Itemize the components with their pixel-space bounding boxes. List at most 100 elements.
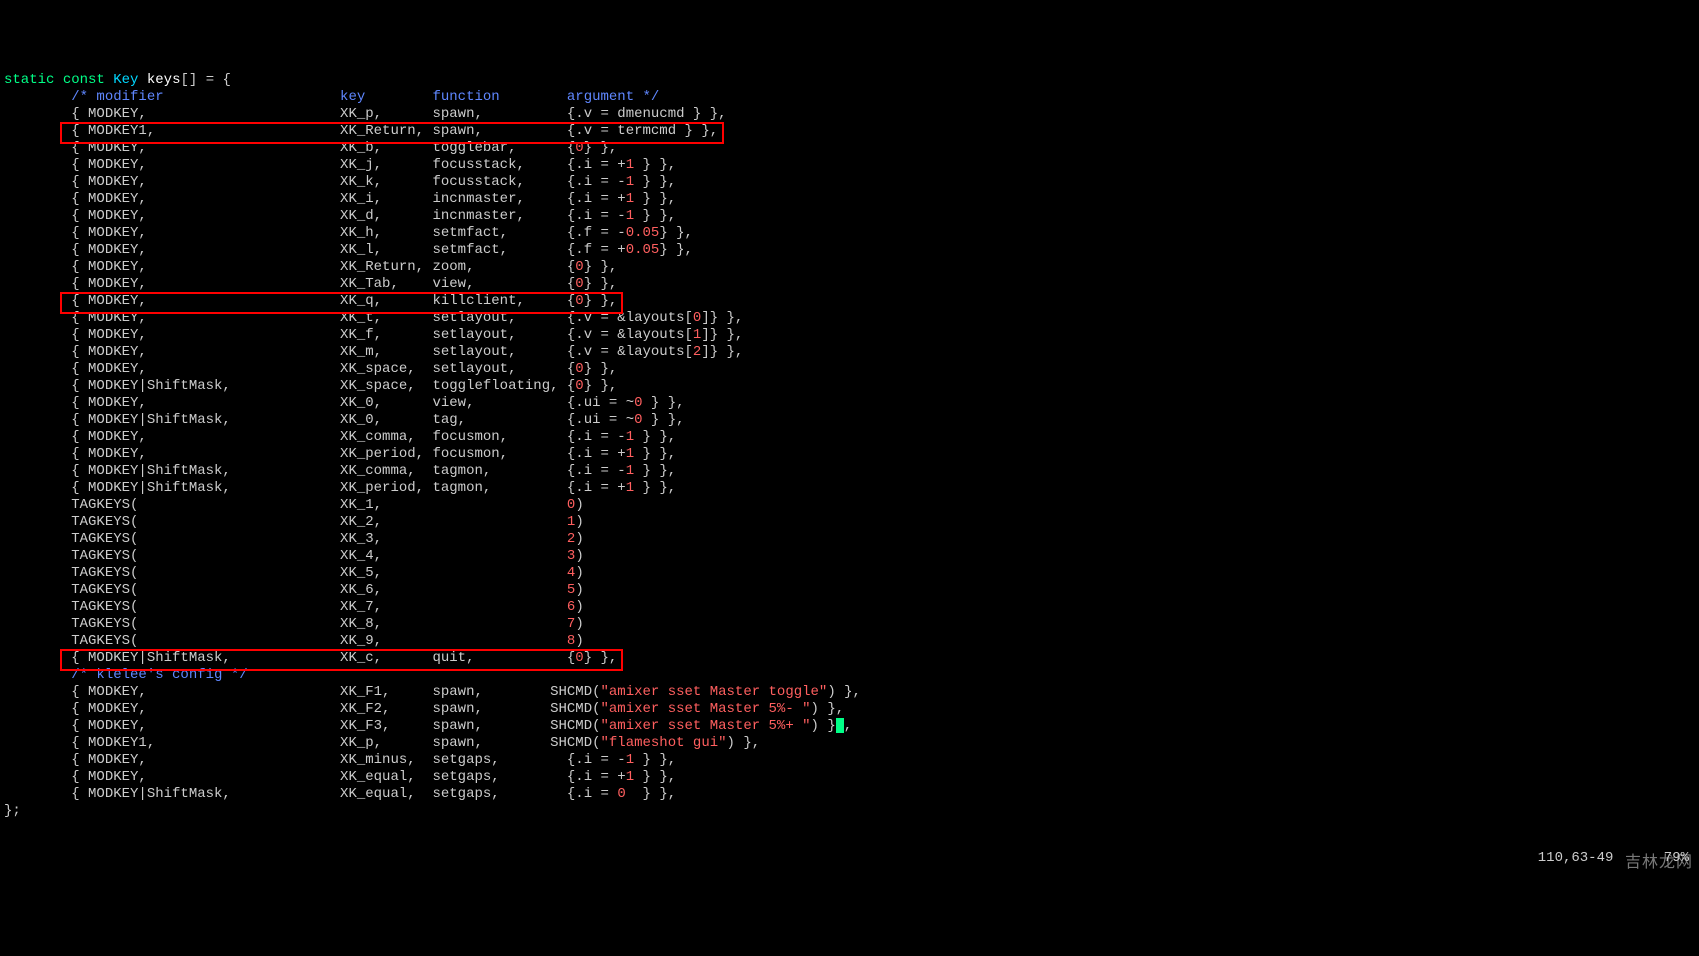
code-text: { MODKEY, XK_k, focusstack, {.i = - xyxy=(4,174,626,190)
keyword-const: const xyxy=(63,72,105,88)
code-text: } }, xyxy=(634,446,676,462)
code-text: { MODKEY|ShiftMask, XK_0, tag, {.ui = ~ xyxy=(4,412,634,428)
code-view: static const Key keys[] = { /* modifier … xyxy=(4,72,1695,820)
code-text: TAGKEYS( XK_8, xyxy=(4,616,567,632)
code-text: { MODKEY|ShiftMask, XK_equal, setgaps, {… xyxy=(4,786,617,802)
code-text: TAGKEYS( XK_5, xyxy=(4,565,567,581)
code-text: } }, xyxy=(634,174,676,190)
code-text: { MODKEY, XK_p, spawn, {.v = dmenucmd } … xyxy=(4,106,727,122)
code-text: } }, xyxy=(634,157,676,173)
code-text: { MODKEY, XK_Return, zoom, { xyxy=(4,259,575,275)
code-text: { MODKEY1, XK_Return, spawn, {.v = termc… xyxy=(4,123,718,139)
number-literal: 0.05 xyxy=(626,242,660,258)
number-literal: 1 xyxy=(626,480,634,496)
number-literal: 1 xyxy=(626,446,634,462)
code-text: { MODKEY|ShiftMask, XK_c, quit, { xyxy=(4,650,575,666)
string-literal: "flameshot gui" xyxy=(601,735,727,751)
code-text: ) } xyxy=(811,718,836,734)
code-text: ) }, xyxy=(827,684,861,700)
code-text: , xyxy=(844,718,852,734)
code-text: } }, xyxy=(634,191,676,207)
code-text: } }, xyxy=(634,769,676,785)
code-text: { MODKEY, XK_m, setlayout, {.v = &layout… xyxy=(4,344,693,360)
string-literal: "amixer sset Master 5%+ " xyxy=(601,718,811,734)
code-text: } }, xyxy=(634,429,676,445)
code-text: ) xyxy=(575,531,583,547)
number-literal: 1 xyxy=(626,191,634,207)
code-text: { MODKEY, XK_l, setmfact, {.f = + xyxy=(4,242,626,258)
type-name: Key xyxy=(113,72,138,88)
code-text: ) }, xyxy=(727,735,761,751)
watermark-text: 吉林龙网 xyxy=(1625,854,1693,871)
code-text: } }, xyxy=(584,361,618,377)
code-text: } }, xyxy=(659,242,693,258)
code-text: ) xyxy=(575,582,583,598)
number-literal: 1 xyxy=(626,463,634,479)
code-text: { MODKEY, XK_comma, focusmon, {.i = - xyxy=(4,429,626,445)
code-text: ) xyxy=(575,514,583,530)
code-text: { MODKEY, XK_j, focusstack, {.i = + xyxy=(4,157,626,173)
code-text: { MODKEY, XK_q, killclient, { xyxy=(4,293,575,309)
highlighted-row: { MODKEY1, XK_Return, spawn, {.v = termc… xyxy=(4,123,718,140)
code-text: } }, xyxy=(634,480,676,496)
code-text: } }, xyxy=(634,463,676,479)
code-text: ) xyxy=(575,497,583,513)
number-literal: 0 xyxy=(617,786,625,802)
code-text: } }, xyxy=(584,276,618,292)
code-text: ) xyxy=(575,548,583,564)
code-text: TAGKEYS( XK_9, xyxy=(4,633,567,649)
code-text: } }, xyxy=(584,378,618,394)
number-literal: 0 xyxy=(575,276,583,292)
code-text: TAGKEYS( XK_4, xyxy=(4,548,567,564)
code-text: { MODKEY, XK_F3, spawn, SHCMD( xyxy=(4,718,601,734)
code-text: } }, xyxy=(643,395,685,411)
column-header-comment: /* modifier key function argument */ xyxy=(4,89,659,105)
number-literal: 0.05 xyxy=(626,225,660,241)
closing-brace: }; xyxy=(4,803,21,819)
number-literal: 1 xyxy=(626,157,634,173)
code-text: ]} }, xyxy=(701,344,743,360)
number-literal: 0 xyxy=(575,293,583,309)
string-literal: "amixer sset Master toggle" xyxy=(601,684,828,700)
number-literal: 0 xyxy=(634,395,642,411)
code-text: { MODKEY, XK_F2, spawn, SHCMD( xyxy=(4,701,601,717)
number-literal: 1 xyxy=(626,174,634,190)
code-text: { MODKEY1, XK_p, spawn, SHCMD( xyxy=(4,735,601,751)
number-literal: 0 xyxy=(575,378,583,394)
code-text: { MODKEY, XK_Tab, view, { xyxy=(4,276,575,292)
var-name: keys xyxy=(147,72,181,88)
code-text: } }, xyxy=(634,752,676,768)
comment-line: /* klelee's config */ xyxy=(4,667,248,683)
code-text: ) }, xyxy=(811,701,845,717)
code-text: } }, xyxy=(634,208,676,224)
number-literal: 1 xyxy=(626,208,634,224)
code-text: TAGKEYS( XK_7, xyxy=(4,599,567,615)
code-text: } }, xyxy=(643,412,685,428)
code-text: } }, xyxy=(584,293,618,309)
code-text: { MODKEY, XK_period, focusmon, {.i = + xyxy=(4,446,626,462)
code-text: { MODKEY, XK_t, setlayout, {.v = &layout… xyxy=(4,310,693,326)
number-literal: 0 xyxy=(575,259,583,275)
code-text: ) xyxy=(575,633,583,649)
text-cursor xyxy=(836,718,844,733)
code-text: { MODKEY, XK_f, setlayout, {.v = &layout… xyxy=(4,327,693,343)
code-text: { MODKEY, XK_minus, setgaps, {.i = - xyxy=(4,752,626,768)
highlighted-row: { MODKEY, XK_q, killclient, {0} }, xyxy=(4,293,617,310)
string-literal: "amixer sset Master 5%- " xyxy=(601,701,811,717)
code-text: ]} }, xyxy=(701,310,743,326)
code-text: { MODKEY, XK_F1, spawn, SHCMD( xyxy=(4,684,601,700)
code-text: { MODKEY, XK_0, view, {.ui = ~ xyxy=(4,395,634,411)
code-text: { MODKEY, XK_h, setmfact, {.f = - xyxy=(4,225,626,241)
number-literal: 0 xyxy=(575,361,583,377)
code-text: } }, xyxy=(584,650,618,666)
code-text: { MODKEY, XK_space, setlayout, { xyxy=(4,361,575,377)
keyword-static: static xyxy=(4,72,54,88)
code-text: { MODKEY, XK_b, togglebar, { xyxy=(4,140,575,156)
code-text: { MODKEY, XK_d, incnmaster, {.i = - xyxy=(4,208,626,224)
code-text: ) xyxy=(575,565,583,581)
number-literal: 1 xyxy=(626,769,634,785)
code-text: { MODKEY|ShiftMask, XK_period, tagmon, {… xyxy=(4,480,626,496)
code-text: TAGKEYS( XK_6, xyxy=(4,582,567,598)
code-text: TAGKEYS( XK_3, xyxy=(4,531,567,547)
code-text: { MODKEY|ShiftMask, XK_comma, tagmon, {.… xyxy=(4,463,626,479)
